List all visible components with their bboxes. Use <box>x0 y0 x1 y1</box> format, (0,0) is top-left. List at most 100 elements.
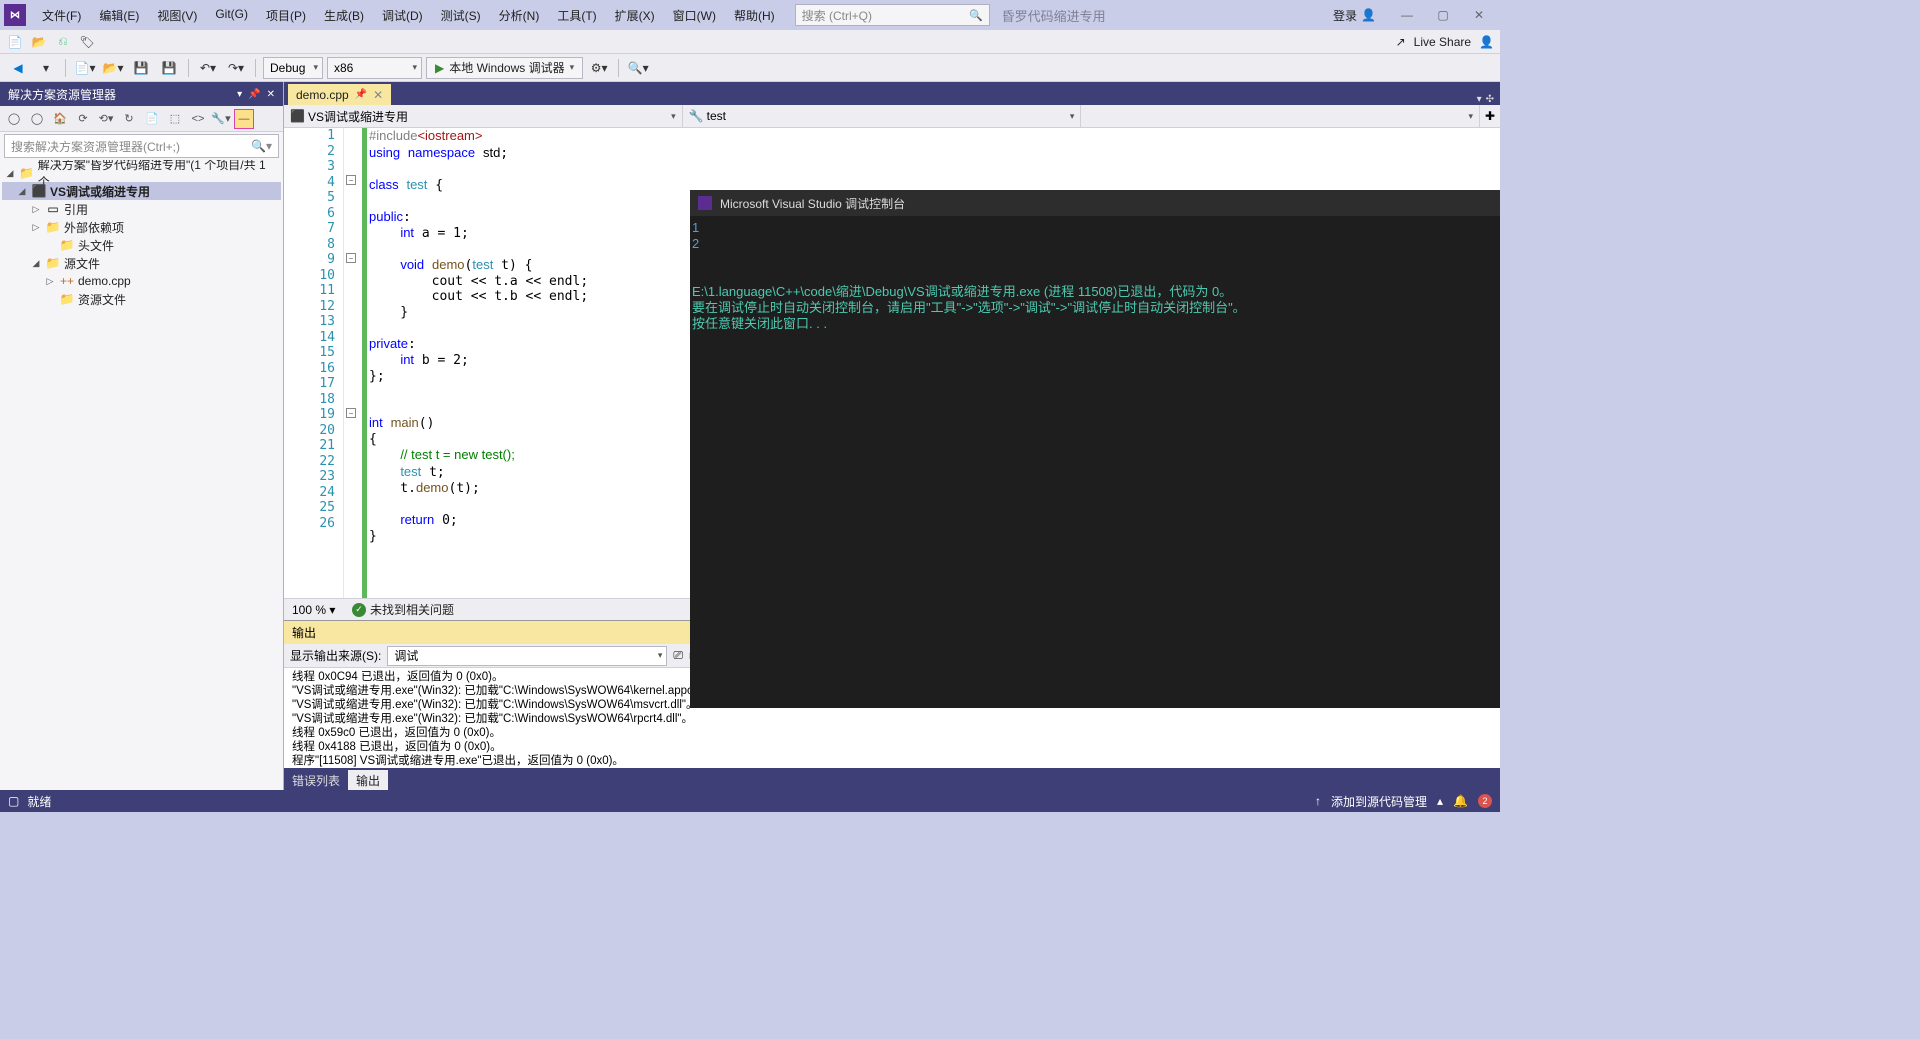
fold-button[interactable]: − <box>346 408 356 418</box>
add-to-source-control[interactable]: 添加到源代码管理 <box>1331 793 1427 810</box>
run-debugger-button[interactable]: ▶ 本地 Windows 调试器 ▾ <box>426 57 583 79</box>
solution-explorer-header: 解决方案资源管理器 ▾ 📌 ✕ <box>0 82 283 106</box>
search-input[interactable]: 搜索 (Ctrl+Q) 🔍 <box>795 4 990 26</box>
close-tab-icon[interactable]: ✕ <box>373 88 383 102</box>
solution-explorer-toolbar: ◯ ◯ 🏠 ⟳ ⟲▾ ↻ 📄 ⬚ <> 🔧▾ — <box>0 106 283 132</box>
menu-item[interactable]: 扩展(X) <box>607 3 663 28</box>
nav-fwd-button[interactable]: ▾ <box>34 57 58 79</box>
view-code-icon[interactable]: <> <box>188 109 208 129</box>
fold-button[interactable]: − <box>346 175 356 185</box>
external-deps-node[interactable]: ▷📁 外部依赖项 <box>2 218 281 236</box>
scope-member-dropdown[interactable] <box>1081 105 1480 127</box>
menu-item[interactable]: 窗口(W) <box>665 3 724 28</box>
home-icon[interactable]: 🏠 <box>50 109 70 129</box>
editor-tab[interactable]: demo.cpp 📌 ✕ <box>288 84 391 105</box>
undo-button[interactable]: ↶▾ <box>196 57 220 79</box>
resources-node[interactable]: 📁 资源文件 <box>2 290 281 308</box>
solution-search-input[interactable]: 搜索解决方案资源管理器(Ctrl+;) 🔍▾ <box>4 134 279 158</box>
extra-button-1[interactable]: ⚙▾ <box>587 57 611 79</box>
app-title: 昏罗代码缩进专用 <box>1002 6 1106 25</box>
file-node[interactable]: ▷++ demo.cpp <box>2 272 281 290</box>
status-ready-icon: ▢ <box>8 794 19 808</box>
status-ready: 就绪 <box>27 793 51 810</box>
title-bar: ⋈ 文件(F)编辑(E)视图(V)Git(G)项目(P)生成(B)调试(D)测试… <box>0 0 1500 30</box>
sync-icon[interactable]: ⟳ <box>73 109 93 129</box>
platform-dropdown[interactable]: x86 <box>327 57 422 79</box>
headers-node[interactable]: 📁 头文件 <box>2 236 281 254</box>
config-dropdown[interactable]: Debug <box>263 57 323 79</box>
open-button[interactable]: 📂▾ <box>101 57 125 79</box>
properties-icon[interactable]: ⬚ <box>165 109 185 129</box>
fold-button[interactable]: − <box>346 253 356 263</box>
git-icon: ↑ <box>1315 794 1321 808</box>
new-button[interactable]: 📄▾ <box>73 57 97 79</box>
collapse-icon[interactable]: ↻ <box>119 109 139 129</box>
compare-icon[interactable]: ⎌ <box>54 33 72 51</box>
menu-item[interactable]: 生成(B) <box>316 3 372 28</box>
menu-item[interactable]: 视图(V) <box>149 3 205 28</box>
tab-dropdown-icon[interactable]: ▾ <box>1477 94 1482 105</box>
menu-item[interactable]: Git(G) <box>207 3 256 28</box>
fwd-icon[interactable]: ◯ <box>27 109 47 129</box>
menu-item[interactable]: 工具(T) <box>549 3 604 28</box>
show-all-icon[interactable]: 📄 <box>142 109 162 129</box>
split-icon[interactable]: ✚ <box>1480 105 1500 127</box>
collab-icon[interactable]: 👤 <box>1479 35 1494 49</box>
maximize-button[interactable]: ▢ <box>1426 3 1460 27</box>
menu-item[interactable]: 帮助(H) <box>726 3 783 28</box>
solution-tree: ◢📁 解决方案"昏罗代码缩进专用"(1 个项目/共 1 个 ◢⬛ VS调试或缩进… <box>0 160 283 790</box>
save-all-button[interactable]: 💾 <box>157 57 181 79</box>
open-icon[interactable]: 📂 <box>30 33 48 51</box>
search-icon: 🔍 <box>969 9 983 22</box>
menu-item[interactable]: 编辑(E) <box>91 3 147 28</box>
save-button[interactable]: 💾 <box>129 57 153 79</box>
selected-tool-icon[interactable]: — <box>234 109 254 129</box>
status-bar: ▢ 就绪 ↑ 添加到源代码管理 ▴ 🔔 2 <box>0 790 1500 812</box>
dropdown-icon[interactable]: ▾ <box>237 89 242 100</box>
bell-icon[interactable]: 🔔 <box>1453 794 1468 808</box>
live-share-button[interactable]: Live Share <box>1414 35 1471 49</box>
check-icon: ✓ <box>352 603 366 617</box>
pin-icon[interactable]: 📌 <box>248 89 260 100</box>
tab-gear-icon[interactable]: ✣ <box>1486 94 1494 105</box>
zoom-dropdown[interactable]: 100 % ▾ <box>292 603 342 617</box>
close-button[interactable]: ✕ <box>1462 3 1496 27</box>
menu-item[interactable]: 调试(D) <box>374 3 431 28</box>
menu-item[interactable]: 文件(F) <box>34 3 89 28</box>
issues-indicator[interactable]: ✓ 未找到相关问题 <box>352 601 454 618</box>
sources-node[interactable]: ◢📁 源文件 <box>2 254 281 272</box>
menu-item[interactable]: 项目(P) <box>258 3 314 28</box>
notification-badge: 2 <box>1478 794 1492 808</box>
pin-icon[interactable]: 📌 <box>355 89 367 100</box>
menu-item[interactable]: 分析(N) <box>491 3 548 28</box>
minimize-button[interactable]: — <box>1390 3 1424 27</box>
bottom-tabs: 错误列表 输出 <box>284 768 1500 790</box>
chevron-up-icon[interactable]: ▴ <box>1437 794 1443 808</box>
error-list-tab[interactable]: 错误列表 <box>284 770 348 790</box>
extra-button-2[interactable]: 🔍▾ <box>626 57 650 79</box>
debug-console-body: 1 2 E:\1.language\C++\code\缩进\Debug\VS调试… <box>690 216 1500 708</box>
vs-icon <box>698 196 712 210</box>
login-button[interactable]: 登录 👤 <box>1333 7 1376 24</box>
refresh-icon[interactable]: ⟲▾ <box>96 109 116 129</box>
menu-item[interactable]: 测试(S) <box>433 3 489 28</box>
scope-project-dropdown[interactable]: ⬛VS调试或缩进专用 <box>284 105 683 127</box>
person-icon: 👤 <box>1361 8 1376 22</box>
back-icon[interactable]: ◯ <box>4 109 24 129</box>
debug-console-window[interactable]: Microsoft Visual Studio 调试控制台 1 2 E:\1.l… <box>690 190 1500 708</box>
references-node[interactable]: ▷▭ 引用 <box>2 200 281 218</box>
close-panel-icon[interactable]: ✕ <box>267 89 275 100</box>
clear-icon[interactable]: ⎚ <box>673 648 683 663</box>
bookmark-icon[interactable]: 🏷 <box>78 33 96 51</box>
play-icon: ▶ <box>435 61 444 75</box>
add-file-icon[interactable]: 📄 <box>6 33 24 51</box>
nav-back-button[interactable]: ◀ <box>6 57 30 79</box>
editor-tab-bar: demo.cpp 📌 ✕ ▾ ✣ <box>284 82 1500 105</box>
solution-node[interactable]: ◢📁 解决方案"昏罗代码缩进专用"(1 个项目/共 1 个 <box>2 164 281 182</box>
redo-button[interactable]: ↷▾ <box>224 57 248 79</box>
wrench-icon[interactable]: 🔧▾ <box>211 109 231 129</box>
toolbar-main: ◀ ▾ 📄▾ 📂▾ 💾 💾 ↶▾ ↷▾ Debug x86 ▶ 本地 Windo… <box>0 54 1500 82</box>
scope-type-dropdown[interactable]: 🔧test <box>683 105 1082 127</box>
output-source-dropdown[interactable]: 调试 <box>387 646 667 666</box>
output-tab[interactable]: 输出 <box>348 770 388 790</box>
